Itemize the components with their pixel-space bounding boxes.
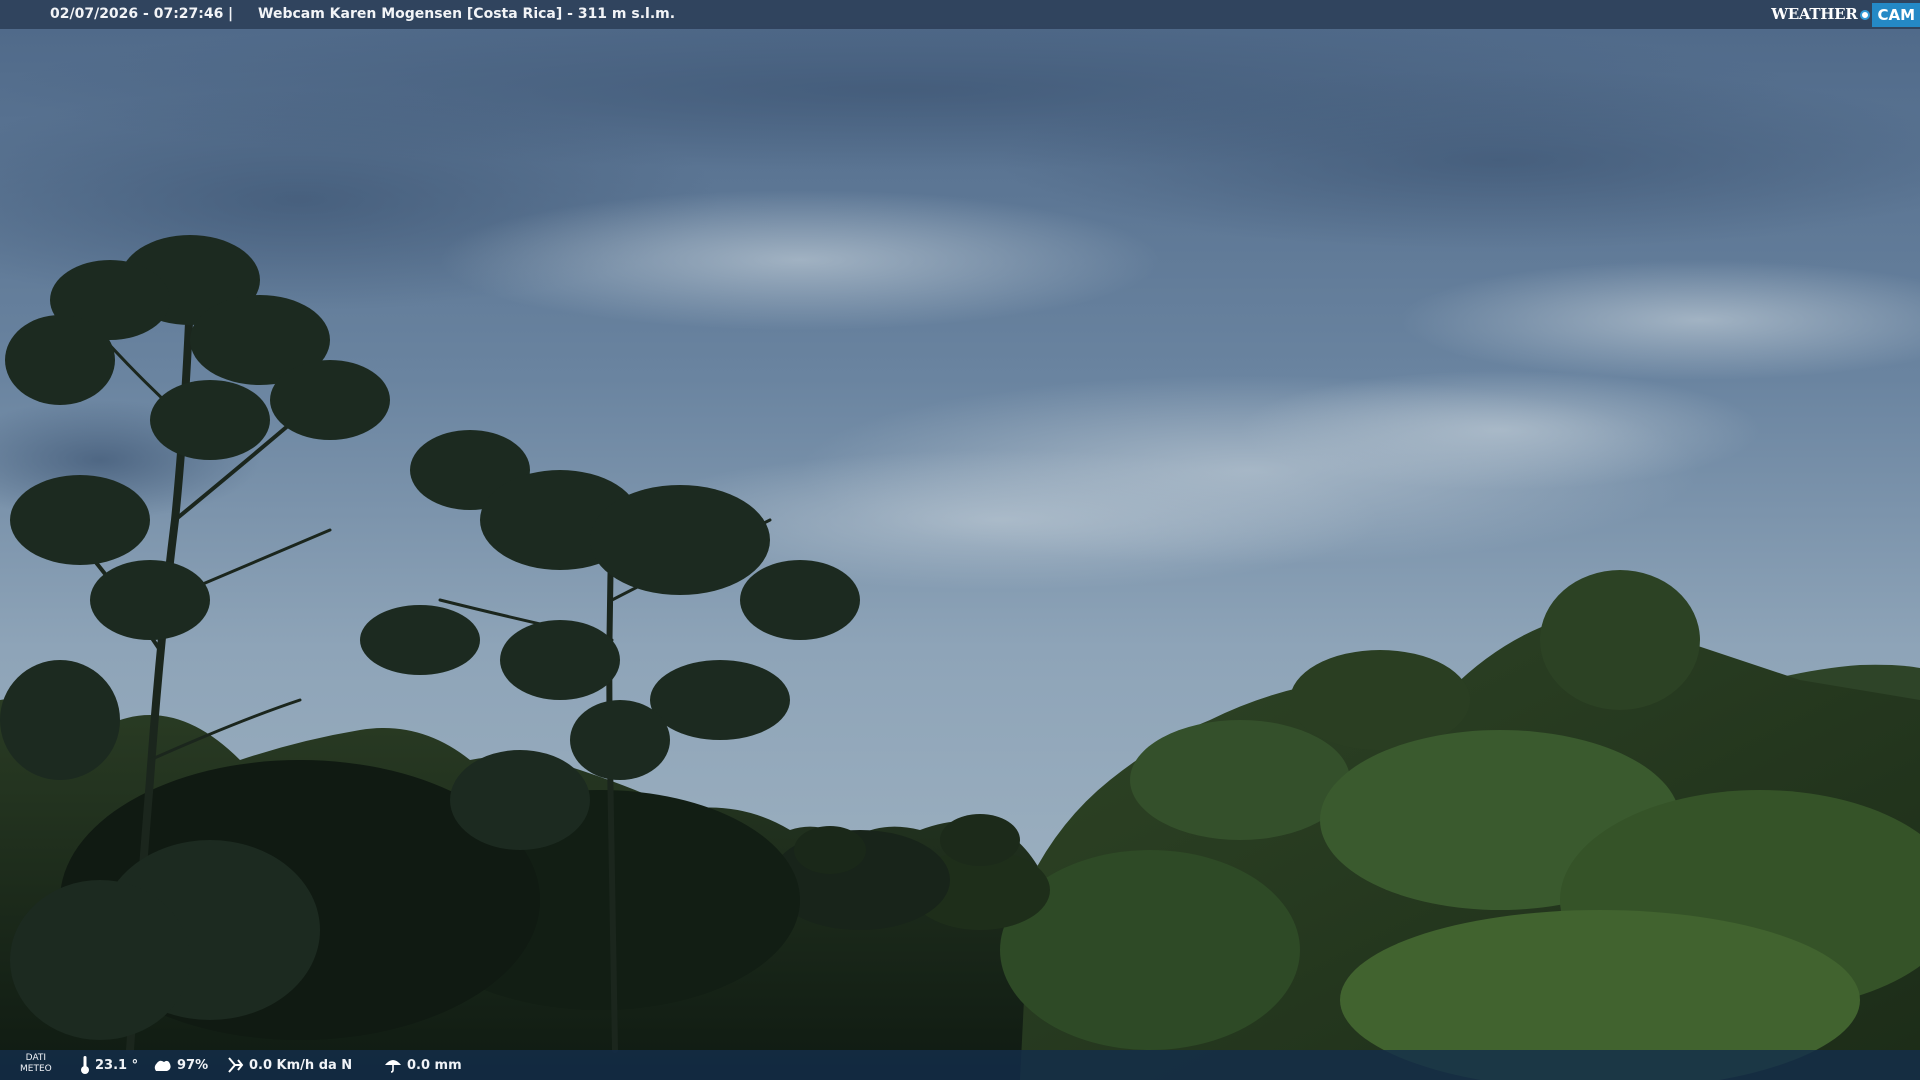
logo-weather-text: WEATHER [1771, 5, 1858, 23]
temperature-reading: 23.1 ° [80, 1050, 138, 1080]
rain-value: 0.0 mm [407, 1057, 462, 1073]
temperature-value: 23.1 ° [95, 1057, 139, 1073]
webcam-image [0, 0, 1920, 1080]
humidity-icon [154, 1060, 171, 1071]
timestamp: 02/07/2026 - 07:27:46 [50, 6, 224, 22]
humidity-reading: 97% [152, 1050, 208, 1080]
weather-label: DATI METEO [20, 1053, 52, 1075]
humidity-value: 97% [177, 1057, 209, 1073]
wind-value: 0.0 Km/h da N [249, 1057, 353, 1073]
wind-reading: 0.0 Km/h da N [226, 1050, 352, 1080]
logo-cam-text: CAM [1872, 2, 1920, 27]
weather-label-line1: DATI [25, 1053, 47, 1063]
webcam-frame: 02/07/2026 - 07:27:46 | Webcam Karen Mog… [0, 0, 1920, 1080]
thermometer-icon [81, 1056, 89, 1074]
logo-dot-icon [1860, 9, 1871, 20]
weather-label-line2: METEO [20, 1064, 52, 1074]
weather-data-bar: DATI METEO 23.1 ° 97% 0.0 Km/h da N 0.0 … [0, 1050, 1920, 1080]
webcam-title: Webcam Karen Mogensen [Costa Rica] - 311… [258, 6, 676, 22]
webcam-info-bar: 02/07/2026 - 07:27:46 | Webcam Karen Mog… [0, 0, 1920, 29]
separator: | [228, 6, 234, 22]
rain-reading: 0.0 mm [384, 1050, 462, 1080]
umbrella-icon [385, 1060, 401, 1073]
wind-icon [228, 1057, 244, 1073]
weathercam-logo: WEATHER CAM [1771, 0, 1920, 29]
